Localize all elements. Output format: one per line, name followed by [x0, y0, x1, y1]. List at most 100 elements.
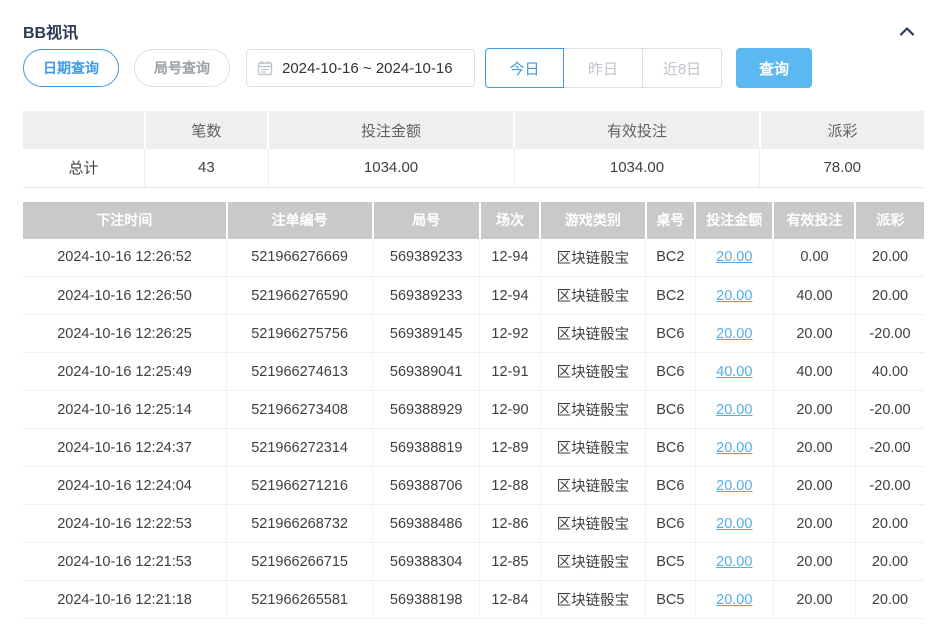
quick-last8days-button[interactable]: 近8日 [643, 48, 722, 88]
bet-records-table: 下注时间 注单编号 局号 场次 游戏类别 桌号 投注金额 有效投注 派彩 202… [23, 202, 924, 620]
table-row: 2024-10-16 12:25:14 521966273408 5693889… [23, 391, 924, 429]
table-number: BC6 [646, 429, 696, 467]
session: 12-86 [480, 505, 540, 543]
table-number: BC6 [646, 467, 696, 505]
header-game-type: 游戏类别 [540, 202, 645, 239]
summary-header-count: 笔数 [145, 111, 268, 149]
bet-amount-link[interactable]: 20.00 [716, 478, 752, 494]
table-row: 2024-10-16 12:21:53 521966266715 5693883… [23, 543, 924, 581]
game-type: 区块链骰宝 [540, 353, 645, 391]
bet-amount-link[interactable]: 20.00 [716, 440, 752, 456]
header-bet-amount: 投注金额 [695, 202, 773, 239]
quick-yesterday-button[interactable]: 昨日 [564, 48, 643, 88]
date-range-value: 2024-10-16 ~ 2024-10-16 [282, 60, 453, 77]
valid-bet: 40.00 [773, 353, 855, 391]
bet-amount-link[interactable]: 40.00 [716, 364, 752, 380]
round-id: 569388486 [373, 505, 480, 543]
summary-total-valid-bet: 1034.00 [514, 149, 760, 187]
summary-header-empty [23, 111, 145, 149]
game-type: 区块链骰宝 [540, 543, 645, 581]
valid-bet: 20.00 [773, 391, 855, 429]
date-range-input[interactable]: 2024-10-16 ~ 2024-10-16 [246, 49, 475, 87]
header-round-id: 局号 [373, 202, 480, 239]
bet-time: 2024-10-16 12:26:52 [23, 239, 227, 277]
round-id: 569388304 [373, 543, 480, 581]
session: 12-94 [480, 277, 540, 315]
order-id: 521966268732 [227, 505, 373, 543]
bet-time: 2024-10-16 12:26:50 [23, 277, 227, 315]
round-id: 569389145 [373, 315, 480, 353]
bet-time: 2024-10-16 12:21:53 [23, 543, 227, 581]
table-number: BC2 [646, 239, 696, 277]
table-number: BC6 [646, 391, 696, 429]
quick-date-group: 今日 昨日 近8日 [485, 48, 722, 88]
tab-round-query[interactable]: 局号查询 [134, 49, 230, 87]
round-id: 569389233 [373, 239, 480, 277]
payout: -20.00 [855, 467, 924, 505]
summary-header-row: 笔数 投注金额 有效投注 派彩 [23, 111, 924, 149]
session: 12-90 [480, 391, 540, 429]
summary-total-payout: 78.00 [760, 149, 924, 187]
summary-total-label: 总计 [23, 149, 145, 187]
round-id: 569389041 [373, 353, 480, 391]
valid-bet: 20.00 [773, 543, 855, 581]
table-number: BC6 [646, 505, 696, 543]
bet-time: 2024-10-16 12:22:53 [23, 505, 227, 543]
tab-date-query[interactable]: 日期查询 [23, 49, 119, 87]
summary-total-bet-amount: 1034.00 [268, 149, 514, 187]
game-type: 区块链骰宝 [540, 315, 645, 353]
order-id: 521966274613 [227, 353, 373, 391]
bet-amount-link[interactable]: 20.00 [716, 516, 752, 532]
game-type: 区块链骰宝 [540, 505, 645, 543]
filter-bar: 日期查询 局号查询 2024-10-16 ~ 2024-10-16 今日 昨日 … [23, 48, 924, 88]
payout: 40.00 [855, 353, 924, 391]
bet-amount-link[interactable]: 20.00 [716, 288, 752, 304]
bet-table-header-row: 下注时间 注单编号 局号 场次 游戏类别 桌号 投注金额 有效投注 派彩 [23, 202, 924, 239]
header-table-number: 桌号 [646, 202, 696, 239]
summary-header-bet-amount: 投注金额 [268, 111, 514, 149]
table-row: 2024-10-16 12:22:53 521966268732 5693884… [23, 505, 924, 543]
order-id: 521966276590 [227, 277, 373, 315]
round-id: 569389233 [373, 277, 480, 315]
order-id: 521966276669 [227, 239, 373, 277]
game-type: 区块链骰宝 [540, 467, 645, 505]
quick-today-button[interactable]: 今日 [485, 48, 564, 88]
bet-table-body: 2024-10-16 12:26:52 521966276669 5693892… [23, 239, 924, 619]
table-number: BC6 [646, 315, 696, 353]
payout: 20.00 [855, 277, 924, 315]
bet-amount-link[interactable]: 20.00 [716, 592, 752, 608]
bet-amount-link[interactable]: 20.00 [716, 554, 752, 570]
header-payout: 派彩 [855, 202, 924, 239]
table-row: 2024-10-16 12:26:25 521966275756 5693891… [23, 315, 924, 353]
order-id: 521966265581 [227, 581, 373, 619]
search-button[interactable]: 查询 [736, 48, 812, 88]
valid-bet: 20.00 [773, 581, 855, 619]
table-row: 2024-10-16 12:21:18 521966265581 5693881… [23, 581, 924, 619]
table-number: BC5 [646, 543, 696, 581]
chevron-up-icon[interactable] [898, 24, 924, 38]
round-id: 569388929 [373, 391, 480, 429]
order-id: 521966275756 [227, 315, 373, 353]
bet-amount-link[interactable]: 20.00 [716, 249, 752, 265]
header-order-id: 注单编号 [227, 202, 373, 239]
game-type: 区块链骰宝 [540, 277, 645, 315]
order-id: 521966271216 [227, 467, 373, 505]
table-number: BC6 [646, 353, 696, 391]
table-row: 2024-10-16 12:24:04 521966271216 5693887… [23, 467, 924, 505]
bet-amount-link[interactable]: 20.00 [716, 402, 752, 418]
summary-total-count: 43 [145, 149, 268, 187]
payout: 20.00 [855, 581, 924, 619]
payout: 20.00 [855, 239, 924, 277]
payout: 20.00 [855, 505, 924, 543]
order-id: 521966272314 [227, 429, 373, 467]
table-row: 2024-10-16 12:24:37 521966272314 5693888… [23, 429, 924, 467]
valid-bet: 20.00 [773, 315, 855, 353]
summary-header-payout: 派彩 [760, 111, 924, 149]
table-row: 2024-10-16 12:26:52 521966276669 5693892… [23, 239, 924, 277]
session: 12-89 [480, 429, 540, 467]
table-number: BC5 [646, 581, 696, 619]
bet-amount-link[interactable]: 20.00 [716, 326, 752, 342]
order-id: 521966273408 [227, 391, 373, 429]
page-title: BB视讯 [23, 19, 78, 43]
bb-video-panel: BB视讯 日期查询 局号查询 2024-10-16 ~ 2024-10-16 [0, 0, 947, 619]
